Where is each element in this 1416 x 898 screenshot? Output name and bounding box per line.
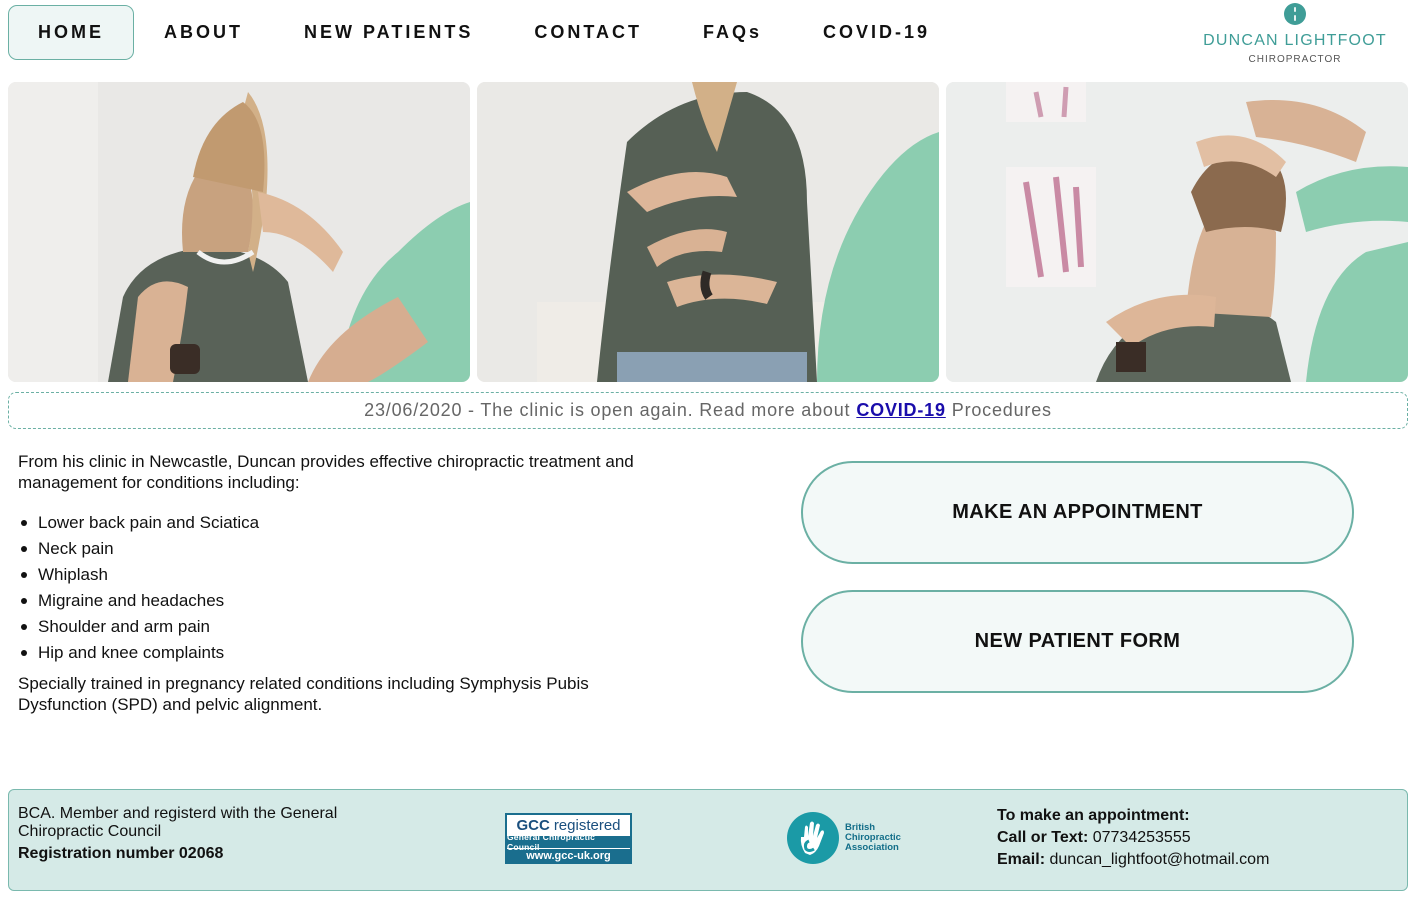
pregnancy-text: Specially trained in pregnancy related c…	[18, 674, 589, 714]
site-logo[interactable]: DUNCAN LIGHTFOOT CHIROPRACTOR	[1200, 3, 1390, 65]
notice-text: 23/06/2020 - The clinic is open again. R…	[364, 400, 851, 420]
nav-faqs[interactable]: FAQs	[703, 5, 762, 60]
covid-link[interactable]: COVID-19	[856, 400, 945, 421]
spine-icon	[1284, 3, 1306, 25]
bca-logo[interactable]: British Chiropractic Association	[787, 810, 917, 866]
logo-name: DUNCAN LIGHTFOOT	[1203, 32, 1387, 49]
hero-image-neck	[946, 82, 1408, 382]
email-link[interactable]: duncan_lightfoot@hotmail.com	[1049, 851, 1269, 868]
phone-link[interactable]: 07734253555	[1093, 829, 1191, 846]
gcc-registered-badge[interactable]: GCC registered General Chiropractic Coun…	[505, 813, 632, 864]
nav-new-patients[interactable]: NEW PATIENTS	[304, 5, 473, 60]
nav-contact[interactable]: CONTACT	[534, 5, 642, 60]
bca-line3: Association	[845, 842, 899, 853]
new-patient-form-button[interactable]: NEW PATIENT FORM	[801, 590, 1354, 693]
logo-subtitle: CHIROPRACTOR	[1248, 54, 1342, 65]
covid-notice: 23/06/2020 - The clinic is open again. R…	[8, 392, 1408, 429]
nav-covid[interactable]: COVID-19	[823, 5, 930, 60]
list-item: Neck pain	[20, 536, 259, 562]
nav-home[interactable]: HOME	[8, 5, 134, 60]
intro-text: From his clinic in Newcastle, Duncan pro…	[18, 452, 634, 492]
main-nav: HOME ABOUT NEW PATIENTS CONTACT FAQs COV…	[8, 5, 930, 60]
gcc-name: General Chiropractic Council	[507, 832, 630, 852]
hero-image-shoulder	[8, 82, 470, 382]
email-label: Email:	[997, 851, 1046, 868]
list-item: Migraine and headaches	[20, 588, 259, 614]
notice-suffix: Procedures	[951, 400, 1052, 420]
membership-text: BCA. Member and registerd with the Gener…	[18, 805, 338, 840]
list-item: Hip and knee complaints	[20, 640, 259, 666]
conditions-list: Lower back pain and Sciatica Neck pain W…	[20, 510, 259, 666]
hero-image-back	[477, 82, 939, 382]
footer-membership: BCA. Member and registerd with the Gener…	[18, 805, 398, 863]
nav-about[interactable]: ABOUT	[164, 5, 243, 60]
contact-heading: To make an appointment:	[997, 807, 1190, 824]
hand-icon	[787, 812, 839, 864]
make-appointment-button[interactable]: MAKE AN APPOINTMENT	[801, 461, 1354, 564]
registration-number: Registration number 02068	[18, 845, 224, 862]
footer-contact: To make an appointment: Call or Text: 07…	[997, 805, 1269, 871]
list-item: Whiplash	[20, 562, 259, 588]
footer: BCA. Member and registerd with the Gener…	[8, 789, 1408, 891]
call-label: Call or Text:	[997, 829, 1089, 846]
list-item: Shoulder and arm pain	[20, 614, 259, 640]
list-item: Lower back pain and Sciatica	[20, 510, 259, 536]
hero-gallery	[8, 82, 1408, 382]
